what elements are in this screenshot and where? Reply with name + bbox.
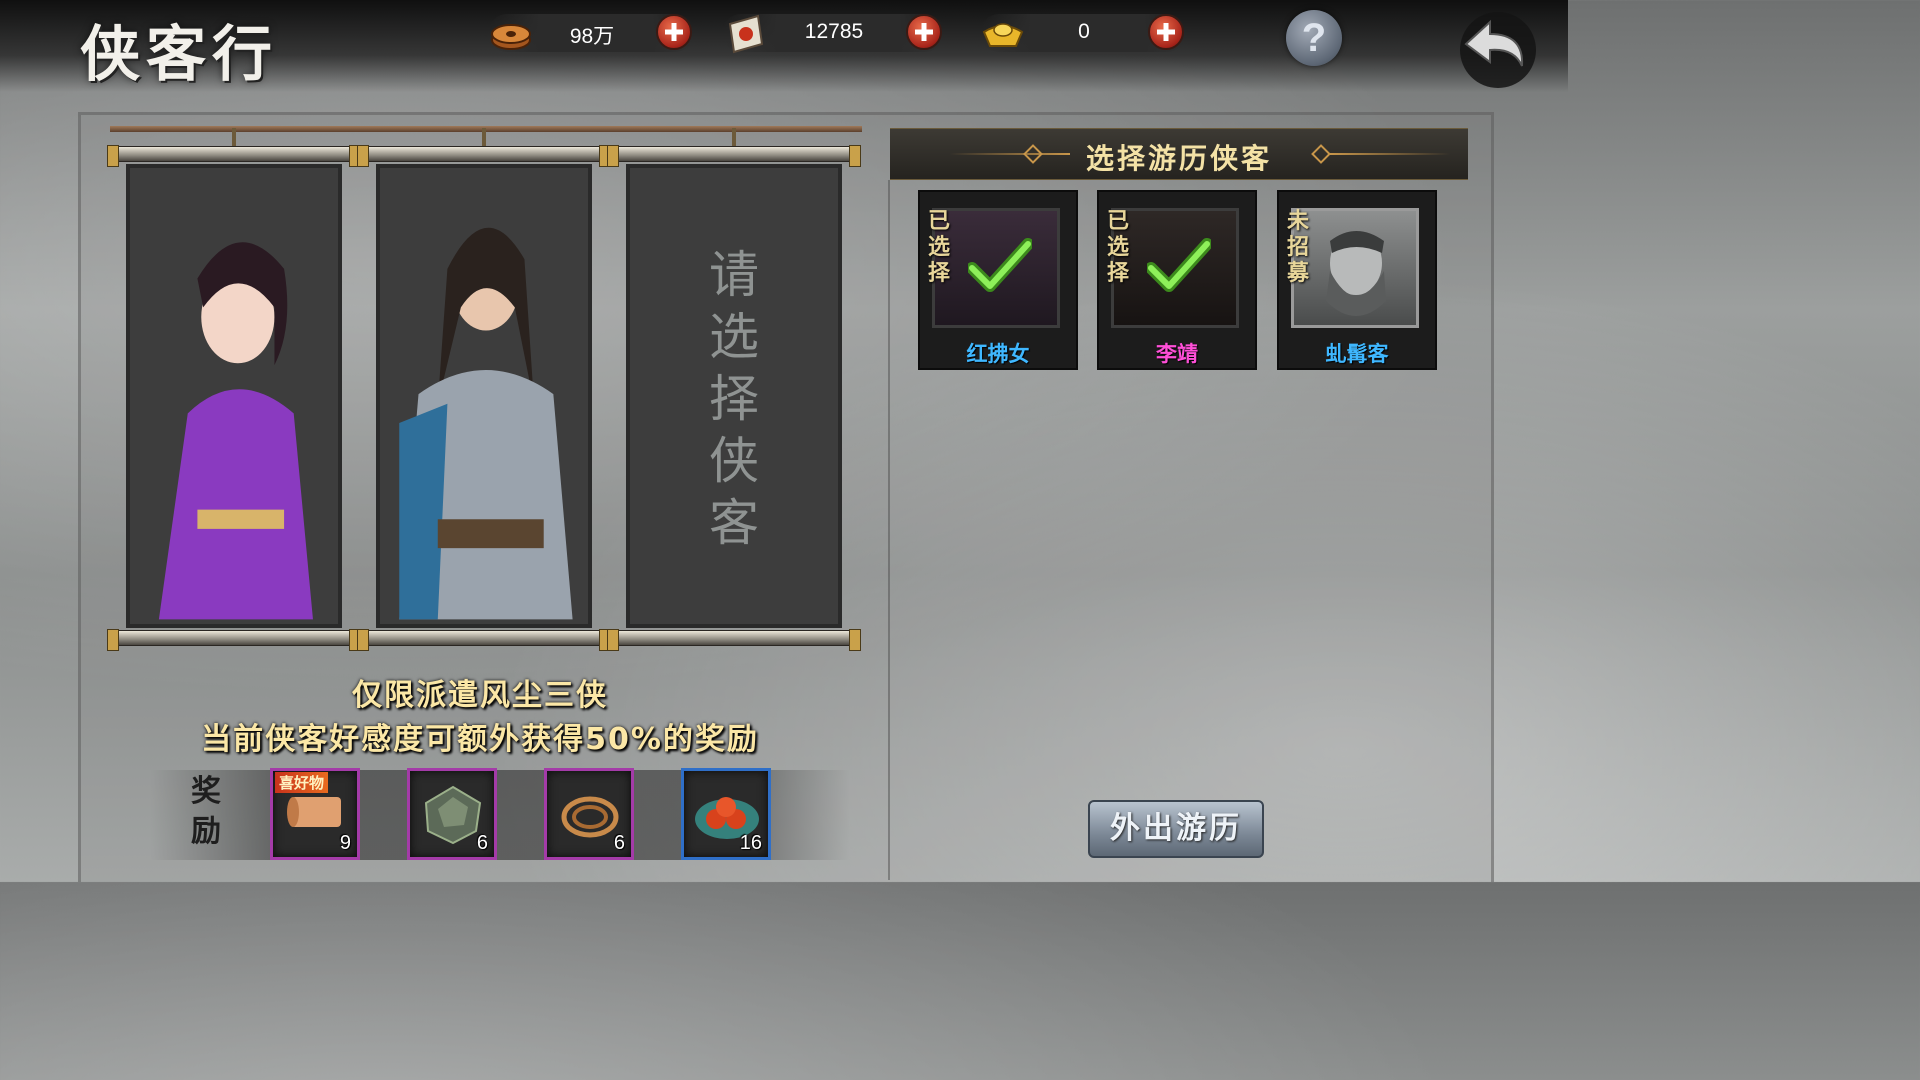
copper-coins-icon [491, 24, 531, 50]
currency-copper: 98万 [488, 14, 694, 52]
hero-card-lijing[interactable]: 已选择 李靖 [1097, 190, 1257, 370]
scroll-rail [110, 126, 862, 132]
reward-item-rope[interactable]: 6 [544, 768, 634, 860]
help-button[interactable]: ? [1286, 10, 1342, 66]
hero-name: 红拂女 [966, 342, 1030, 366]
hero-select-header: 选择游历侠客 [890, 128, 1468, 180]
checkmark-icon [1147, 238, 1211, 292]
hero-status: 未招募 [1287, 208, 1310, 286]
hero-slot-3[interactable]: 请选择侠客 [607, 128, 861, 652]
empty-slot-text: 请选择侠客 [701, 248, 759, 558]
token-value: 12785 [804, 20, 864, 43]
hero-slot-2[interactable] [357, 128, 611, 652]
currency-gold: 0 [980, 14, 1186, 52]
hero-name: 李靖 [1156, 342, 1198, 366]
hero-status: 已选择 [928, 208, 951, 286]
scroll-token-icon [728, 14, 764, 54]
reward-item-fruits[interactable]: 16 [681, 768, 771, 860]
gold-ingot-icon [982, 23, 1024, 47]
hero-name: 虬髯客 [1325, 342, 1389, 366]
reward-count: 6 [476, 832, 488, 854]
reward-count: 16 [739, 832, 762, 854]
reward-item-fabric[interactable]: 喜好物 9 [270, 768, 360, 860]
gold-value: 0 [1078, 20, 1090, 43]
add-token-button[interactable] [906, 14, 942, 50]
hero-select-title: 选择游历侠客 [1085, 142, 1272, 175]
checkmark-icon [968, 238, 1032, 292]
panel-divider [888, 180, 890, 880]
add-gold-button[interactable] [1148, 14, 1184, 50]
reward-item-ore[interactable]: 6 [407, 768, 497, 860]
go-travel-button[interactable]: 外出游历 [1088, 800, 1264, 858]
reward-count: 9 [339, 832, 351, 854]
hero-card-qiuranke[interactable]: 未招募 虬髯客 [1277, 190, 1437, 370]
reward-count: 6 [613, 832, 625, 854]
hero-card-hongfunu[interactable]: 已选择 红拂女 [918, 190, 1078, 370]
back-button[interactable] [1436, 0, 1546, 96]
hero-slot-1[interactable] [107, 128, 361, 652]
game-title: 侠客行 [80, 20, 278, 90]
reward-label: 奖励 [191, 774, 221, 849]
currency-token: 12785 [722, 14, 944, 54]
empty-hero-slot: 请选择侠客 [626, 164, 842, 628]
hint-line-1: 仅限派遣风尘三侠 [352, 678, 608, 713]
hint-line-2: 当前侠客好感度可额外获得50%的奖励 [201, 722, 759, 757]
hero-status: 已选择 [1107, 208, 1130, 286]
hero-portrait-lijing [376, 164, 592, 628]
add-copper-button[interactable] [656, 14, 692, 50]
favorite-item-tag: 喜好物 [275, 772, 329, 793]
copper-value: 98万 [569, 25, 615, 48]
hero-portrait-hongfunu [126, 164, 342, 628]
